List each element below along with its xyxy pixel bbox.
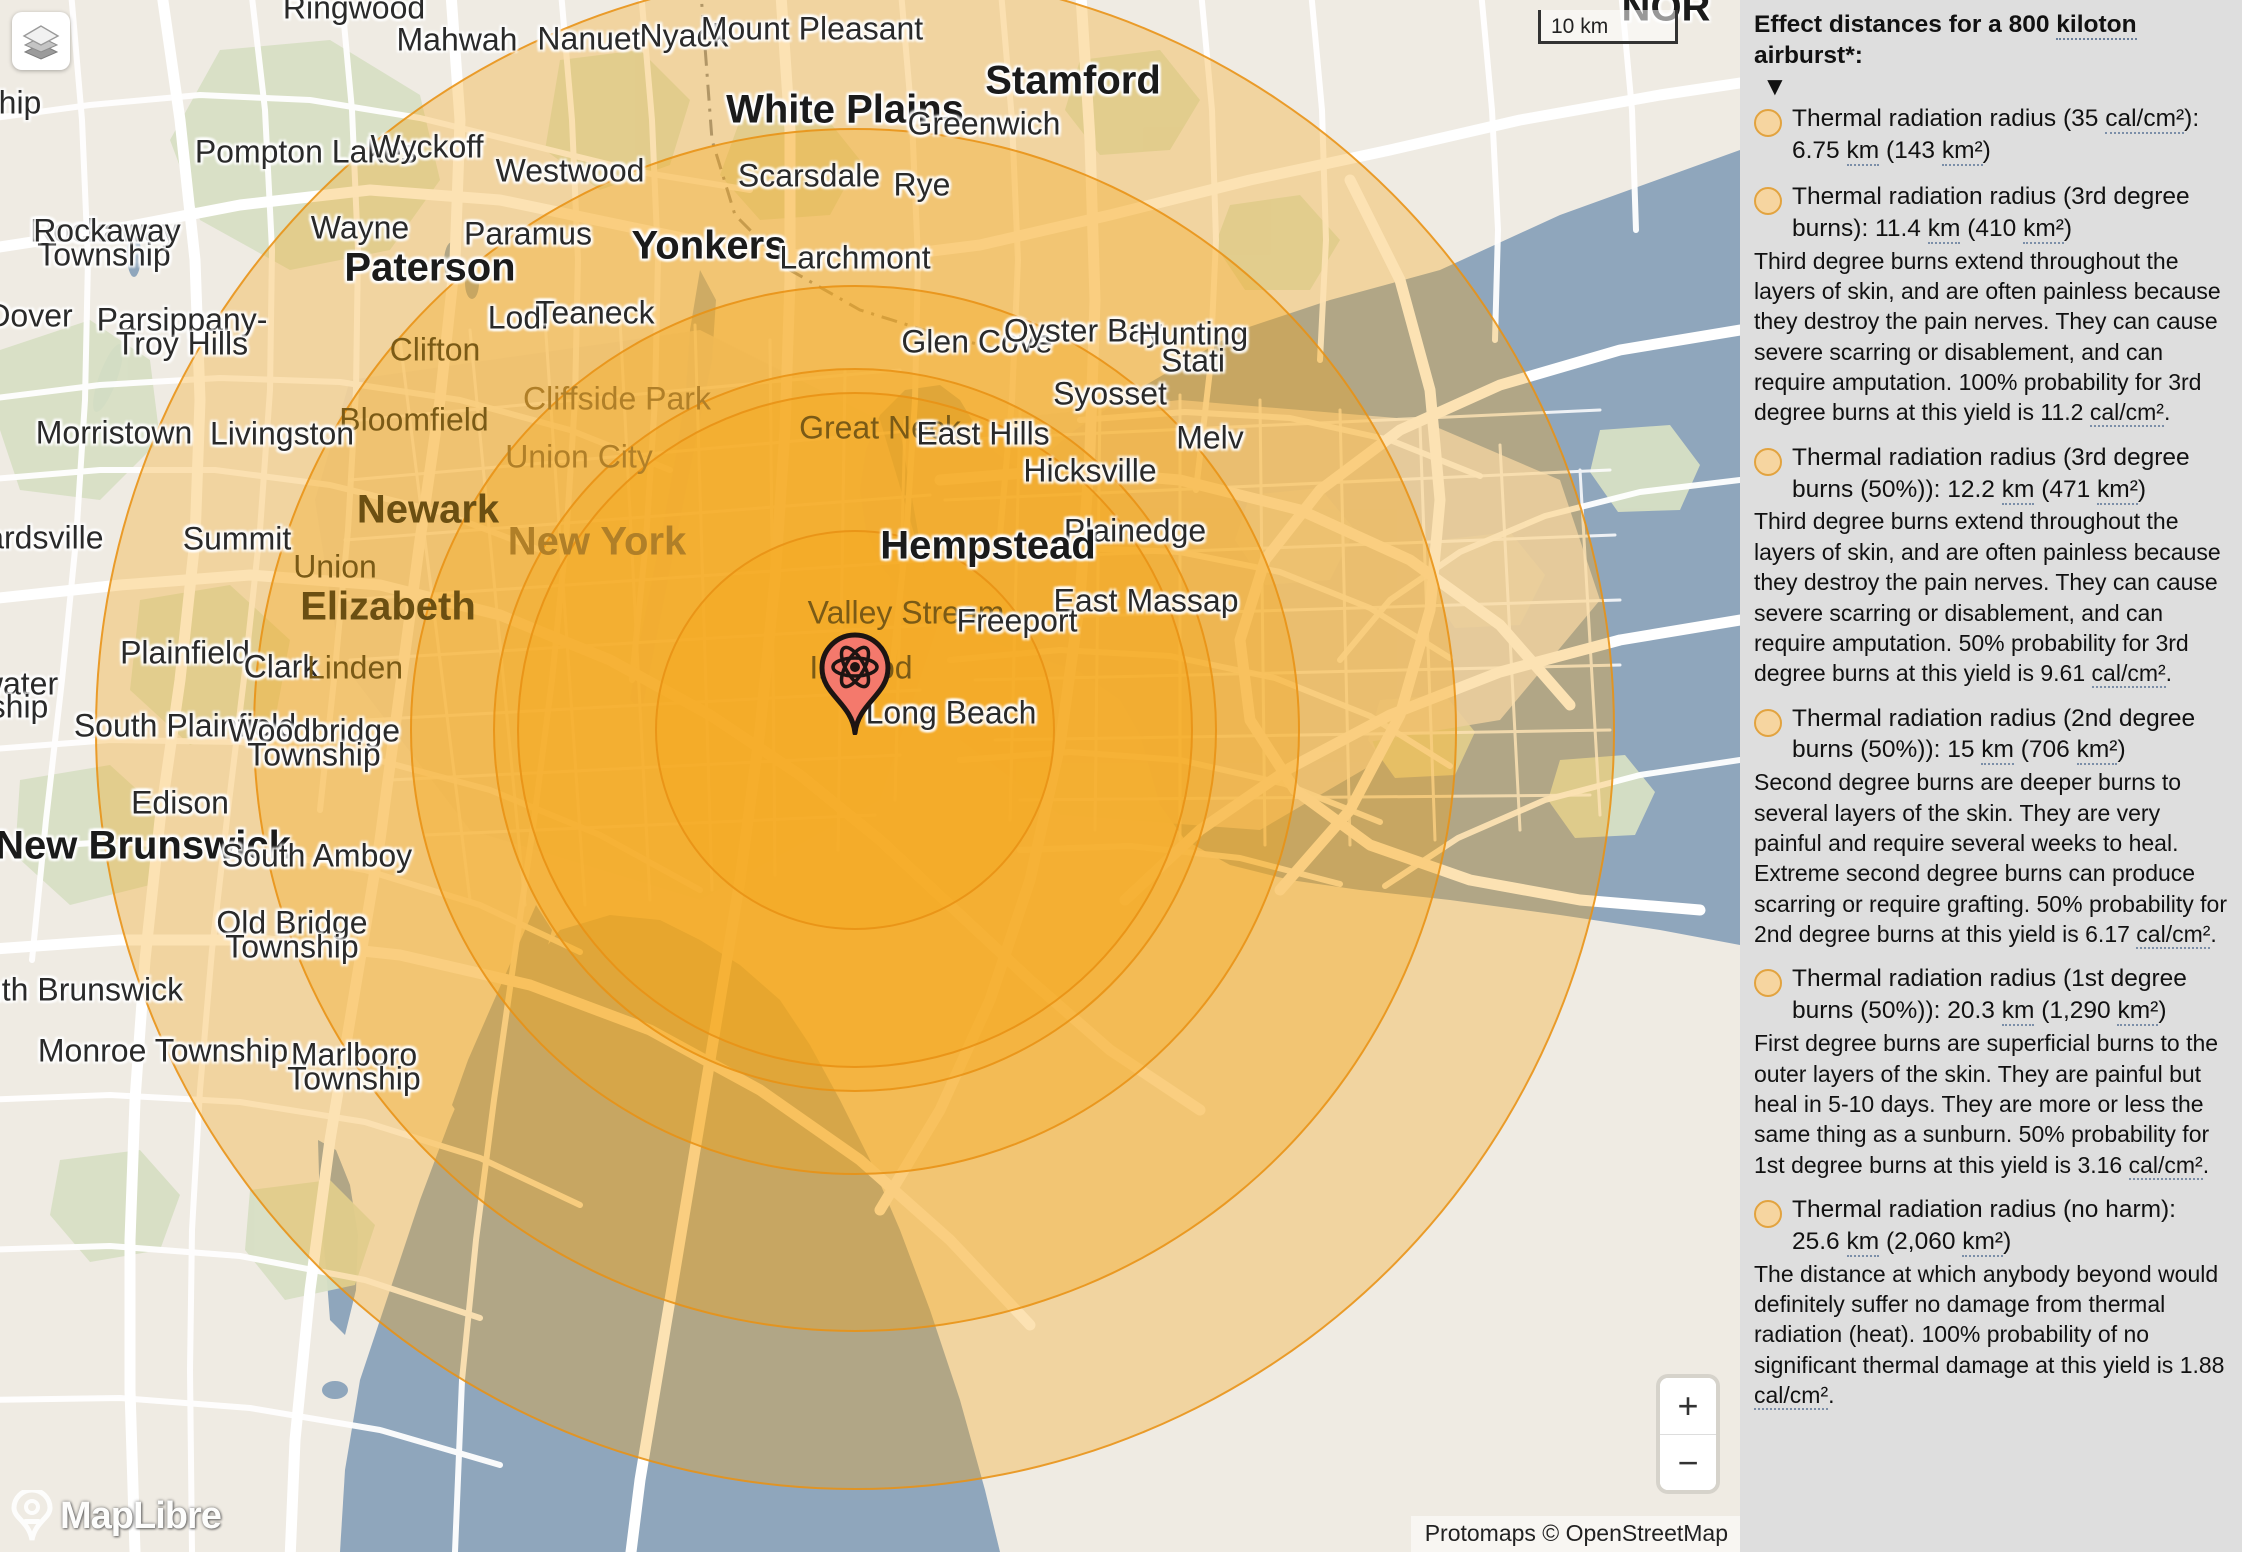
collapse-arrow-icon[interactable]: ▼ [1762,73,2228,99]
sidebar-title-unit: kiloton [2056,11,2137,40]
effect-title: Thermal radiation radius (3rd degree bur… [1792,443,2190,505]
effect-color-swatch[interactable] [1754,1199,1782,1228]
effect-list: Thermal radiation radius (35 cal/cm²): 6… [1754,103,2228,1411]
effect-entry-no-harm: Thermal radiation radius (no harm): 25.6… [1754,1194,2228,1411]
effect-description: The distance at which anybody beyond wou… [1754,1260,2225,1411]
effect-color-swatch[interactable] [1754,969,1782,998]
sidebar-title-suffix: airburst*: [1754,41,1863,69]
effect-color-swatch[interactable] [1754,447,1782,476]
map-panel[interactable]: RingwoodMahwahNanuetNyackMount PleasantN… [0,0,1740,1552]
effect-entry-thermal-35: Thermal radiation radius (35 cal/cm²): 6… [1754,103,2228,167]
effect-title: Thermal radiation radius (35 cal/cm²): 6… [1792,105,2200,167]
zoom-out-button[interactable]: − [1660,1434,1716,1490]
maplibre-logo[interactable]: MapLibre [10,1490,222,1542]
effect-entry-2nd-degree-burns-50: Thermal radiation radius (2nd degree bur… [1754,703,2228,950]
zoom-controls[interactable]: + − [1660,1378,1716,1490]
layers-icon [22,25,60,60]
atom-marker-icon [819,632,891,736]
effect-color-swatch[interactable] [1754,109,1782,138]
effect-color-swatch[interactable] [1754,708,1782,737]
effect-title: Thermal radiation radius (2nd degree bur… [1792,704,2196,766]
effect-title: Thermal radiation radius (no harm): 25.6… [1792,1195,2176,1257]
effect-description: First degree burns are superficial burns… [1754,1030,2219,1180]
maplibre-wordmark: MapLibre [60,1494,222,1537]
layers-button[interactable] [12,12,70,70]
map-pin-icon [11,1490,53,1541]
effect-entry-1st-degree-burns-50: Thermal radiation radius (1st degree bur… [1754,963,2228,1180]
effect-description: Third degree burns extend throughout the… [1754,508,2221,689]
map-attribution[interactable]: Protomaps © OpenStreetMap [1410,1516,1740,1552]
effect-description: Third degree burns extend throughout the… [1754,247,2221,428]
effect-color-swatch[interactable] [1754,186,1782,215]
effects-sidebar: Effect distances for a 800 kiloton airbu… [1740,0,2242,1552]
sidebar-title: Effect distances for a 800 kiloton airbu… [1754,10,2228,71]
effect-entry-3rd-degree-burns-50: Thermal radiation radius (3rd degree bur… [1754,442,2228,689]
ground-zero-marker[interactable] [816,631,894,740]
effect-title: Thermal radiation radius (1st degree bur… [1792,965,2187,1027]
effect-description: Second degree burns are deeper burns to … [1754,769,2228,950]
sidebar-title-prefix: Effect distances for a 800 [1754,11,2057,38]
effect-entry-3rd-degree-burns: Thermal radiation radius (3rd degree bur… [1754,181,2228,428]
scale-bar: 10 km [1538,10,1678,44]
effect-title: Thermal radiation radius (3rd degree bur… [1792,182,2190,244]
zoom-in-button[interactable]: + [1660,1378,1716,1434]
nukemap-app: RingwoodMahwahNanuetNyackMount PleasantN… [0,0,2242,1552]
